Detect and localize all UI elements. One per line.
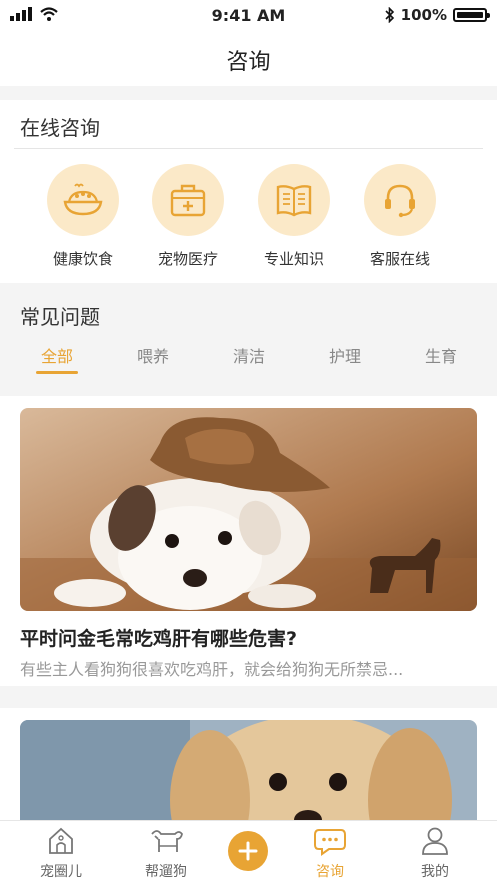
category-pet-medical[interactable]: 宠物医疗	[143, 164, 233, 269]
tab-feeding[interactable]: 喂养	[123, 343, 183, 367]
battery-percent: 100%	[400, 6, 447, 24]
bluetooth-icon	[385, 7, 394, 23]
category-professional-knowledge[interactable]: 专业知识	[249, 164, 339, 269]
nav-bar: 咨询	[0, 30, 497, 86]
status-right: 100%	[385, 6, 490, 24]
divider	[14, 148, 483, 149]
tab-breeding[interactable]: 生育	[411, 343, 471, 367]
article-card[interactable]: 平时问金毛常吃鸡肝有哪些危害? 有些主人看狗狗很喜欢吃鸡肝，就会给狗狗无所禁忌.…	[0, 396, 497, 686]
user-icon	[395, 825, 475, 857]
section-title-faq: 常见问题	[20, 305, 100, 329]
tab-cleaning[interactable]: 清洁	[219, 343, 279, 367]
tabbar-item-consult[interactable]: 咨询	[290, 825, 370, 881]
article-image-puppy	[20, 408, 477, 611]
book-icon	[258, 164, 330, 236]
food-bowl-icon	[47, 164, 119, 236]
medical-kit-icon	[152, 164, 224, 236]
status-bar: 9:41 AM 100%	[0, 0, 497, 30]
faq-section: 常见问题 全部 喂养 清洁 护理 生育	[0, 283, 497, 393]
category-label: 专业知识	[263, 250, 324, 268]
tabbar-label: 帮遛狗	[145, 864, 187, 880]
online-consult-section: 在线咨询 健康饮食 宠物医疗 专业知识 客服在线	[0, 100, 497, 283]
headset-icon	[364, 164, 436, 236]
article-title: 平时问金毛常吃鸡肝有哪些危害?	[20, 628, 298, 650]
article-summary: 有些主人看狗狗很喜欢吃鸡肝，就会给狗狗无所禁忌...	[20, 660, 404, 679]
tabbar-item-walk-dog[interactable]: 帮遛狗	[126, 825, 206, 881]
house-icon	[21, 825, 101, 857]
tabbar-label: 我的	[421, 864, 449, 880]
tabbar-item-me[interactable]: 我的	[395, 825, 475, 881]
plus-icon[interactable]	[228, 831, 268, 871]
tab-all[interactable]: 全部	[27, 343, 87, 367]
article-card[interactable]	[0, 708, 497, 840]
page-title: 咨询	[226, 50, 271, 75]
section-title-consult: 在线咨询	[20, 116, 100, 140]
active-tab-indicator	[36, 371, 78, 374]
tabbar-item-home[interactable]: 宠圈儿	[21, 825, 101, 881]
category-customer-service[interactable]: 客服在线	[355, 164, 445, 269]
chat-icon	[290, 825, 370, 857]
tabbar-label: 咨询	[316, 864, 344, 880]
bottom-tab-bar: 宠圈儿 帮遛狗 咨询 我的	[0, 820, 497, 883]
category-healthy-diet[interactable]: 健康饮食	[38, 164, 128, 269]
tabbar-label: 宠圈儿	[40, 864, 82, 880]
battery-icon	[453, 8, 490, 22]
category-label: 宠物医疗	[157, 250, 218, 268]
tab-care[interactable]: 护理	[315, 343, 375, 367]
category-label: 客服在线	[369, 250, 430, 268]
dog-icon	[126, 825, 206, 857]
category-label: 健康饮食	[52, 250, 113, 268]
